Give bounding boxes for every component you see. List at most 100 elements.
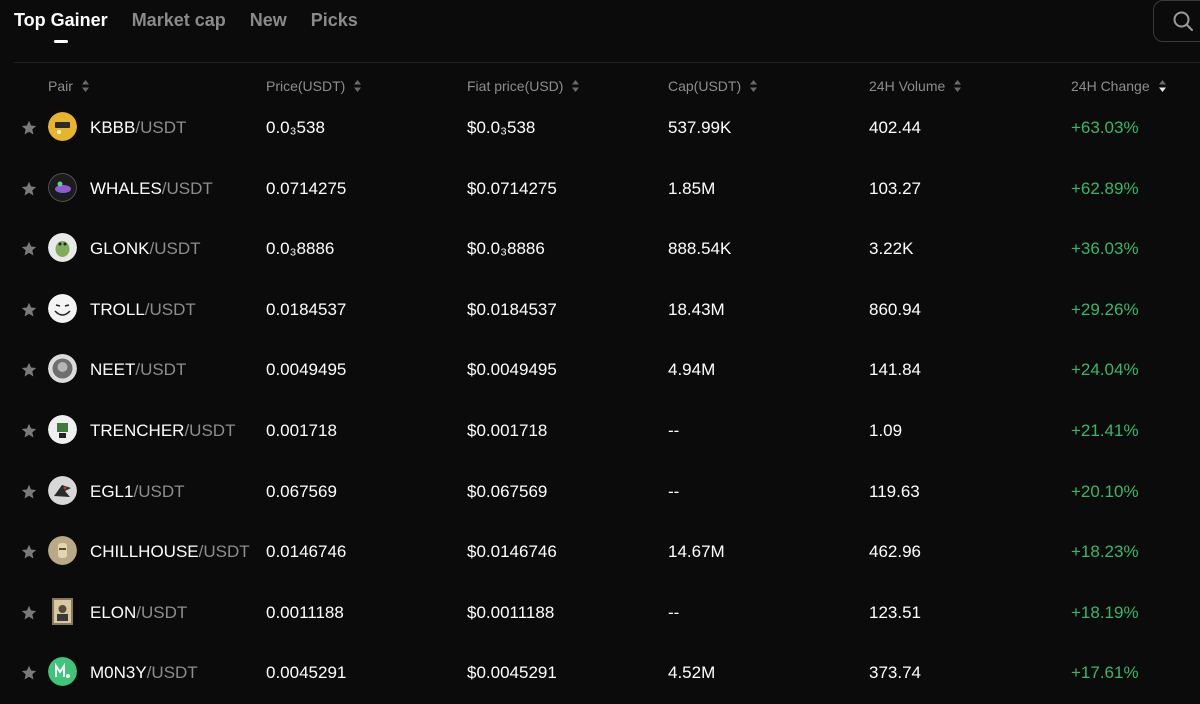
column-header-label: Fiat price(USD) — [467, 78, 564, 94]
pair-name: TROLL/USDT — [90, 300, 196, 320]
sort-icon — [572, 80, 580, 92]
star-icon[interactable] — [21, 484, 37, 500]
table-row[interactable]: TRENCHER/USDT 0.001718 $0.001718 -- 1.09… — [0, 401, 1200, 462]
price-value: 0.0₃538 — [266, 118, 325, 137]
tab-new[interactable]: New — [250, 0, 287, 62]
tab-top-gainer[interactable]: Top Gainer — [14, 0, 108, 62]
star-icon[interactable] — [21, 423, 37, 439]
whales-coin-icon — [48, 172, 77, 202]
base-symbol: WHALES — [90, 178, 162, 198]
change-value: +62.89% — [1071, 178, 1139, 198]
price-value: 0.0184537 — [266, 299, 347, 319]
troll-coin-icon — [48, 293, 77, 323]
star-icon[interactable] — [21, 181, 37, 197]
price-value: 0.0045291 — [266, 663, 347, 683]
volume-value: 123.51 — [869, 602, 921, 622]
quote-symbol: /USDT — [198, 542, 250, 562]
base-symbol: GLONK — [90, 239, 150, 259]
cap-value: 4.94M — [668, 360, 716, 380]
column-header-label: 24H Volume — [869, 78, 946, 94]
table-row[interactable]: WHALES/USDT 0.0714275 $0.0714275 1.85M 1… — [0, 159, 1200, 220]
volume-value: 1.09 — [869, 420, 903, 440]
pair-name: GLONK/USDT — [90, 239, 201, 259]
volume-value: 103.27 — [869, 178, 921, 198]
kbbb-coin-icon — [48, 112, 77, 141]
table-header: Pair Price(USDT) Fiat price(USD) Cap(USD… — [0, 78, 1200, 98]
base-symbol: NEET — [90, 360, 136, 380]
base-symbol: CHILLHOUSE — [90, 542, 199, 562]
search-input[interactable] — [1153, 0, 1200, 42]
pair-name: TRENCHER/USDT — [90, 421, 235, 441]
cap-value: 4.52M — [668, 663, 716, 683]
change-value: +36.03% — [1071, 239, 1139, 259]
table-row[interactable]: CHILLHOUSE/USDT 0.0146746 $0.0146746 14.… — [0, 522, 1200, 583]
fiat-price-value: $0.0045291 — [467, 663, 557, 683]
base-symbol: ELON — [90, 602, 137, 622]
quote-symbol: /USDT — [161, 178, 213, 198]
column-header-volume[interactable]: 24H Volume — [869, 78, 962, 94]
star-icon[interactable] — [21, 605, 37, 621]
sort-icon — [750, 80, 758, 92]
search-icon — [1173, 11, 1193, 31]
change-value: +63.03% — [1071, 118, 1139, 137]
table-row[interactable]: M0N3Y/USDT 0.0045291 $0.0045291 4.52M 37… — [0, 643, 1200, 704]
star-icon[interactable] — [21, 302, 37, 318]
table-row[interactable]: EGL1/USDT 0.067569 $0.067569 -- 119.63 +… — [0, 462, 1200, 523]
price-value: 0.001718 — [266, 420, 337, 440]
table-row[interactable]: NEET/USDT 0.0049495 $0.0049495 4.94M 141… — [0, 340, 1200, 401]
volume-value: 3.22K — [869, 239, 914, 259]
cap-value: 888.54K — [668, 239, 732, 259]
fiat-price-value: $0.0184537 — [467, 299, 557, 319]
change-value: +24.04% — [1071, 360, 1139, 380]
column-header-label: 24H Change — [1071, 78, 1150, 94]
pair-name: CHILLHOUSE/USDT — [90, 542, 250, 562]
cap-value: 18.43M — [668, 299, 725, 319]
change-value: +18.23% — [1071, 542, 1139, 562]
pair-name: NEET/USDT — [90, 360, 186, 380]
change-value: +21.41% — [1071, 420, 1139, 440]
table-row[interactable]: KBBB/USDT 0.0₃538 $0.0₃538 537.99K 402.4… — [0, 98, 1200, 159]
volume-value: 860.94 — [869, 299, 921, 319]
cap-value: 1.85M — [668, 178, 716, 198]
tab-market-cap[interactable]: Market cap — [132, 0, 226, 62]
quote-symbol: /USDT — [136, 602, 188, 622]
star-icon[interactable] — [21, 544, 37, 560]
cap-value: -- — [668, 420, 680, 440]
column-header-change[interactable]: 24H Change — [1071, 78, 1166, 94]
base-symbol: TROLL — [90, 299, 145, 319]
pair-name: KBBB/USDT — [90, 118, 186, 138]
base-symbol: M0N3Y — [90, 663, 147, 683]
change-value: +18.19% — [1071, 602, 1139, 622]
cap-value: 14.67M — [668, 542, 725, 562]
star-icon[interactable] — [21, 241, 37, 257]
sort-icon — [81, 80, 89, 92]
table-row[interactable]: GLONK/USDT 0.0₃8886 $0.0₃8886 888.54K 3.… — [0, 219, 1200, 280]
star-icon[interactable] — [21, 120, 37, 136]
cap-value: -- — [668, 602, 680, 622]
tab-picks[interactable]: Picks — [311, 0, 358, 62]
table-row[interactable]: TROLL/USDT 0.0184537 $0.0184537 18.43M 8… — [0, 280, 1200, 341]
fiat-price-value: $0.0₃538 — [467, 118, 536, 137]
fiat-price-value: $0.0₃8886 — [467, 239, 545, 259]
star-icon[interactable] — [21, 665, 37, 681]
m0n3y-coin-icon — [48, 657, 77, 687]
egl1-coin-icon — [48, 475, 77, 505]
base-symbol: EGL1 — [90, 481, 134, 501]
column-header-pair[interactable]: Pair — [48, 78, 89, 94]
change-value: +20.10% — [1071, 481, 1139, 501]
price-value: 0.0714275 — [266, 178, 347, 198]
table-row[interactable]: ELON/USDT 0.0011188 $0.0011188 -- 123.51… — [0, 583, 1200, 644]
fiat-price-value: $0.067569 — [467, 481, 548, 501]
pair-list: KBBB/USDT 0.0₃538 $0.0₃538 537.99K 402.4… — [0, 98, 1200, 704]
star-icon[interactable] — [21, 362, 37, 378]
tabs-divider — [14, 62, 1200, 63]
quote-symbol: /USDT — [135, 360, 187, 380]
sort-icon — [954, 80, 962, 92]
column-header-cap[interactable]: Cap(USDT) — [668, 78, 758, 94]
column-header-price[interactable]: Price(USDT) — [266, 78, 362, 94]
column-header-fiat-price[interactable]: Fiat price(USD) — [467, 78, 580, 94]
price-value: 0.0146746 — [266, 542, 347, 562]
quote-symbol: /USDT — [146, 663, 198, 683]
volume-value: 462.96 — [869, 542, 921, 562]
neet-coin-icon — [48, 354, 77, 384]
